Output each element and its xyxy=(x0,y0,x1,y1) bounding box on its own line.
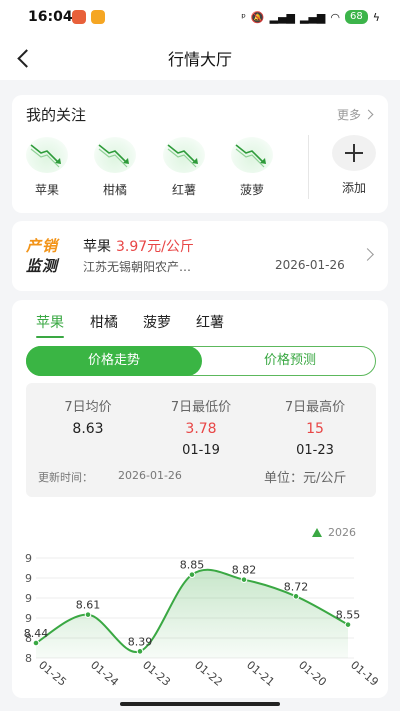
avg-price-stat: 7日均价 8.63 xyxy=(38,396,138,437)
app-notification-icon xyxy=(72,10,86,24)
data-label: 8.61 xyxy=(76,599,101,612)
status-bar: 16:04 ᵖ 🔕 ▂▄▆ ▂▄▆ ◠ 68 ϟ xyxy=(0,0,400,36)
status-icons: ᵖ 🔕 ▂▄▆ ▂▄▆ ◠ 68 ϟ xyxy=(241,10,380,24)
chart-legend: 2026 xyxy=(312,526,356,539)
data-point xyxy=(344,621,352,628)
tab-citrus[interactable]: 柑橘 xyxy=(90,312,118,332)
x-tick-label: 01-23 xyxy=(140,658,173,689)
favorite-label: 红薯 xyxy=(171,183,196,197)
stat-date: 01-23 xyxy=(296,443,334,458)
data-label: 8.72 xyxy=(284,580,309,593)
add-favorite-button[interactable] xyxy=(332,135,376,171)
stat-value: 3.78 xyxy=(185,421,217,437)
monitor-price: 3.97元/公斤 xyxy=(116,239,194,255)
monitor-date: 2026-01-26 xyxy=(275,258,345,272)
monitor-logo: 产销 xyxy=(26,237,59,255)
stat-date: 01-19 xyxy=(182,443,220,458)
stat-value: 8.63 xyxy=(72,421,104,437)
y-tick-label: 9 xyxy=(25,592,32,605)
tab-sweet-potato[interactable]: 红薯 xyxy=(196,312,224,332)
price-trend-chart: 9999888.4401-258.6101-248.3901-238.8501-… xyxy=(24,552,381,689)
x-tick-label: 01-24 xyxy=(88,658,121,689)
data-point xyxy=(292,593,300,600)
stat-value: 15 xyxy=(306,421,324,437)
unit-label: 单位：元/公斤 xyxy=(264,471,347,486)
favorites-title: 我的关注 xyxy=(26,106,87,124)
y-tick-label: 9 xyxy=(25,552,32,565)
add-favorite-label[interactable]: 添加 xyxy=(332,179,376,196)
x-tick-label: 01-22 xyxy=(192,658,225,689)
data-point xyxy=(32,639,40,647)
y-tick-label: 9 xyxy=(25,612,32,625)
charging-icon: ϟ xyxy=(372,10,380,24)
status-time: 16:04 xyxy=(28,9,73,25)
price-panel: 苹果 柑橘 菠萝 红薯 价格走势 价格预测 7日均价 8.63 7日最低价 3.… xyxy=(12,300,388,698)
stats-panel: 7日均价 8.63 7日最低价 3.78 01-19 7日最高价 15 01-2… xyxy=(26,383,376,497)
trend-down-icon xyxy=(94,137,136,173)
tab-pineapple[interactable]: 菠萝 xyxy=(143,312,171,332)
monitor-logo: 监测 xyxy=(26,257,59,275)
nfc-icon: ᵖ xyxy=(241,10,246,24)
trend-down-icon xyxy=(26,137,68,173)
favorite-item[interactable]: 红薯 xyxy=(156,137,212,198)
trend-down-icon xyxy=(231,137,273,173)
favorite-item[interactable]: 苹果 xyxy=(19,137,75,198)
x-tick-label: 01-19 xyxy=(348,658,381,689)
data-label: 8.39 xyxy=(128,635,153,648)
x-tick-label: 01-20 xyxy=(296,658,329,689)
price-trend-toggle[interactable]: 价格走势 xyxy=(26,346,202,376)
data-point xyxy=(84,611,92,618)
monitor-card[interactable]: 产销 监测 苹果 3.97元/公斤 江苏无锡朝阳农产… 2026-01-26 xyxy=(12,221,388,291)
divider xyxy=(308,135,309,199)
data-label: 8.44 xyxy=(24,627,49,640)
monitor-product: 苹果 xyxy=(83,239,111,255)
max-price-stat: 7日最高价 15 01-23 xyxy=(265,396,365,458)
data-point xyxy=(188,571,196,578)
trend-down-icon xyxy=(163,137,205,173)
y-tick-label: 9 xyxy=(25,572,32,585)
stat-label: 7日最低价 xyxy=(170,400,232,415)
min-price-stat: 7日最低价 3.78 01-19 xyxy=(151,396,251,458)
data-point xyxy=(240,576,248,583)
home-indicator xyxy=(120,702,280,706)
favorite-label: 柑橘 xyxy=(102,183,127,197)
view-toggle: 价格走势 价格预测 xyxy=(26,346,376,376)
tab-indicator xyxy=(36,336,64,338)
stat-label: 7日均价 xyxy=(64,400,112,415)
legend-label: 2026 xyxy=(328,526,356,539)
signal-icon: ▂▄▆ xyxy=(269,10,295,24)
stat-label: 7日最高价 xyxy=(284,400,346,415)
wifi-icon: ◠ xyxy=(330,10,340,24)
y-tick-label: 8 xyxy=(25,652,32,665)
favorite-label: 苹果 xyxy=(34,183,59,197)
x-tick-label: 01-21 xyxy=(244,658,277,689)
tab-apple[interactable]: 苹果 xyxy=(36,312,64,332)
signal-icon: ▂▄▆ xyxy=(300,10,326,24)
monitor-market: 江苏无锡朝阳农产… xyxy=(83,260,192,274)
page-title: 行情大厅 xyxy=(167,50,232,69)
price-forecast-toggle[interactable]: 价格预测 xyxy=(203,347,377,375)
favorite-item[interactable]: 菠萝 xyxy=(224,137,280,198)
updated-label: 更新时间： xyxy=(38,471,93,484)
data-label: 8.85 xyxy=(180,559,205,572)
data-label: 8.55 xyxy=(336,609,361,622)
legend-triangle-icon xyxy=(312,528,322,537)
data-point xyxy=(136,648,144,655)
data-label: 8.82 xyxy=(232,564,257,577)
more-link[interactable]: 更多 xyxy=(337,106,372,123)
favorites-card: 我的关注 更多 苹果 柑橘 红薯 菠萝 添加 xyxy=(12,95,388,213)
battery-indicator: 68 xyxy=(345,10,368,24)
app-notification-icon xyxy=(91,10,105,24)
nav-bar: 行情大厅 xyxy=(0,36,400,80)
x-tick-label: 01-25 xyxy=(36,658,69,689)
mute-icon: 🔕 xyxy=(250,10,265,24)
updated-value: 2026-01-26 xyxy=(118,469,182,482)
favorite-label: 菠萝 xyxy=(239,183,264,197)
chevron-right-icon xyxy=(361,248,374,261)
favorite-item[interactable]: 柑橘 xyxy=(87,137,143,198)
